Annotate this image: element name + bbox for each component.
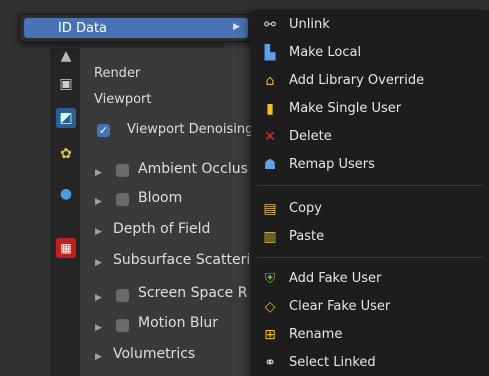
render-tab-icon[interactable]: ▣ [56,74,76,94]
motion-blur-checkbox[interactable] [116,319,129,332]
render-label: Render [94,66,141,81]
volumetrics-label[interactable]: Volumetrics [113,346,195,362]
viewport-label: Viewport [94,92,152,107]
shield-f-icon: ⛨ [264,271,276,287]
rename-label: Rename [289,327,343,342]
delete-item[interactable]: ✕ Delete [251,124,489,150]
bloom-checkbox[interactable] [116,193,129,206]
id-data-label: ID Data [58,21,108,36]
rename-icon: ⊞ [264,327,276,343]
screen-space-reflections-label[interactable]: Screen Space R [138,285,247,301]
unlink-label: Unlink [289,17,330,32]
depth-of-field-label[interactable]: Depth of Field [113,221,210,237]
clear-fake-user-label: Clear Fake User [289,299,391,314]
tool-tab-icon[interactable]: ▲ [56,46,76,66]
delete-label: Delete [289,129,332,144]
ambient-occlusion-checkbox[interactable] [116,164,129,177]
clear-fake-user-item[interactable]: ◇ Clear Fake User [251,294,489,320]
subsurface-scattering-label[interactable]: Subsurface Scatterin [113,252,259,268]
select-linked-label: Select Linked [289,355,376,370]
add-fake-user-label: Add Fake User [289,271,382,286]
expand-arrow-icon[interactable]: ▶ [95,293,102,303]
add-fake-user-item[interactable]: ⛨ Add Fake User [251,266,489,292]
world-tab-icon[interactable]: ● [56,184,76,204]
make-local-label: Make Local [289,45,362,60]
unlink-item[interactable]: ⚯ Unlink [251,12,489,38]
single-user-icon: ▮ [266,101,274,117]
menu-separator [257,185,483,186]
texture-tab-icon[interactable]: ▦ [56,238,76,258]
screen-space-reflections-checkbox[interactable] [116,289,129,302]
expand-arrow-icon[interactable]: ▶ [95,323,102,333]
select-linked-item[interactable]: ⚭ Select Linked [251,350,489,376]
make-single-user-label: Make Single User [289,101,402,116]
copy-label: Copy [289,201,322,216]
remap-users-item[interactable]: ☗ Remap Users [251,152,489,178]
bloom-label[interactable]: Bloom [138,190,182,206]
expand-arrow-icon[interactable]: ▶ [95,227,102,237]
view-layer-tab-icon[interactable]: ✿ [56,144,76,164]
make-local-item[interactable]: ▙ Make Local [251,40,489,66]
make-single-user-item[interactable]: ▮ Make Single User [251,96,489,122]
submenu-arrow-icon: ▶ [233,22,240,32]
id-data-menu: ID Data ▶ [19,14,253,42]
add-library-override-label: Add Library Override [289,73,425,88]
paste-label: Paste [289,229,325,244]
rename-item[interactable]: ⊞ Rename [251,322,489,348]
expand-arrow-icon[interactable]: ▶ [95,168,102,178]
expand-arrow-icon[interactable]: ▶ [95,352,102,362]
viewport-denoising-label: Viewport Denoising [127,122,254,137]
clipboard-paste-icon: ▥ [263,229,277,245]
motion-blur-label[interactable]: Motion Blur [138,315,218,331]
link-icon: ⚭ [264,355,276,371]
properties-tab-strip: ▲ ▣ ◩ ✿ ● ▦ [50,38,80,376]
broken-link-icon: ⚯ [264,17,276,33]
library-override-icon: ⌂ [265,73,275,89]
expand-arrow-icon[interactable]: ▶ [95,197,102,207]
menu-separator [257,257,483,258]
output-tab-icon[interactable]: ◩ [56,108,76,128]
add-library-override-item[interactable]: ⌂ Add Library Override [251,68,489,94]
x-icon: ✕ [264,129,276,145]
remap-users-label: Remap Users [289,157,375,172]
make-local-icon: ▙ [264,45,276,61]
shield-outline-icon: ◇ [264,299,276,315]
paste-item[interactable]: ▥ Paste [251,224,489,250]
copy-item[interactable]: ▤ Copy [251,196,489,222]
viewport-denoising-checkbox[interactable]: ✓ [97,124,110,137]
id-data-submenu: ⚯ Unlink ▙ Make Local ⌂ Add Library Over… [251,10,489,376]
clipboard-copy-icon: ▤ [263,201,277,217]
expand-arrow-icon[interactable]: ▶ [95,258,102,268]
ambient-occlusion-label[interactable]: Ambient Occlus [138,161,248,177]
users-icon: ☗ [263,157,277,173]
